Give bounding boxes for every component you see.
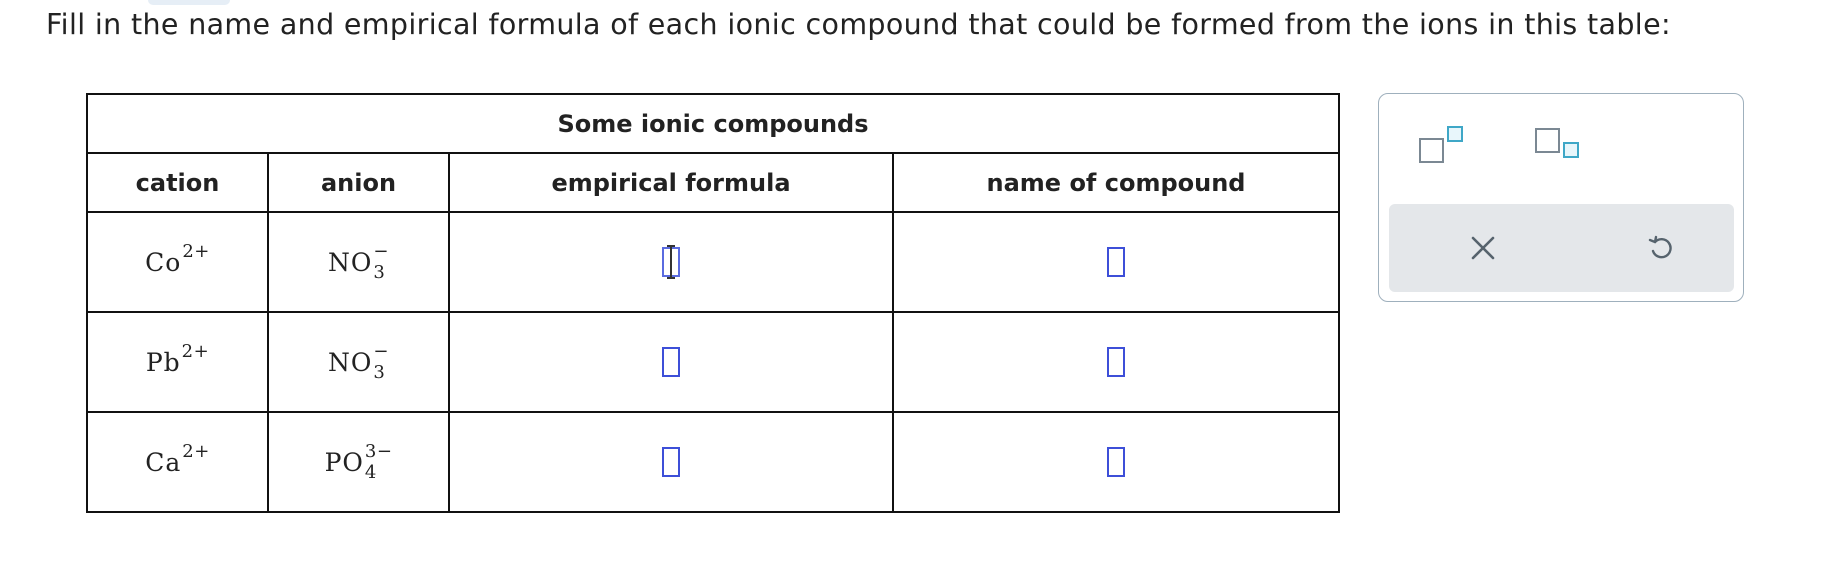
header-empirical-formula: empirical formula bbox=[448, 152, 894, 213]
anion-cell: NO −3 bbox=[267, 311, 450, 413]
cation-formula: Co 2+ bbox=[145, 241, 210, 277]
anion-subscript: 4 bbox=[364, 462, 377, 483]
name-cell bbox=[892, 211, 1340, 313]
undo-icon[interactable] bbox=[1641, 228, 1681, 268]
anion-cell: PO 3− 4 bbox=[267, 411, 450, 513]
table-caption: Some ionic compounds bbox=[86, 93, 1340, 154]
table-row: Co 2+ NO −3 bbox=[86, 211, 1340, 313]
superscript-icon[interactable] bbox=[1419, 124, 1471, 166]
table-row: Ca 2+ PO 3− 4 bbox=[86, 411, 1340, 513]
table-row: Pb 2+ NO −3 bbox=[86, 311, 1340, 413]
anion-formula: PO 3− 4 bbox=[324, 441, 393, 483]
subscript-icon[interactable] bbox=[1535, 124, 1587, 166]
compound-name-input[interactable] bbox=[1107, 347, 1125, 377]
anion-formula: NO −3 bbox=[328, 241, 389, 283]
question-instruction: Fill in the name and empirical formula o… bbox=[46, 8, 1671, 41]
compound-name-input[interactable] bbox=[1107, 447, 1125, 477]
formula-cell bbox=[448, 211, 894, 313]
formula-tool-palette bbox=[1378, 93, 1744, 302]
anion-charge: 3− bbox=[364, 441, 393, 462]
anion-subscript: 3 bbox=[373, 362, 386, 383]
cation-charge: 2+ bbox=[182, 441, 210, 462]
top-tab-indicator bbox=[148, 0, 230, 5]
header-name-of-compound: name of compound bbox=[892, 152, 1340, 213]
cation-formula: Ca 2+ bbox=[145, 441, 210, 477]
formula-cell bbox=[448, 311, 894, 413]
ionic-compounds-table: Some ionic compounds cation anion empiri… bbox=[86, 93, 1340, 513]
name-cell bbox=[892, 311, 1340, 413]
empirical-formula-input[interactable] bbox=[662, 447, 680, 477]
cation-charge: 2+ bbox=[181, 341, 210, 362]
text-cursor-icon bbox=[667, 245, 675, 279]
anion-charge: − bbox=[373, 341, 389, 362]
header-cation: cation bbox=[86, 152, 269, 213]
empirical-formula-input[interactable] bbox=[662, 245, 680, 279]
close-icon[interactable] bbox=[1463, 228, 1503, 268]
cation-charge: 2+ bbox=[182, 241, 210, 262]
name-cell bbox=[892, 411, 1340, 513]
cation-formula: Pb 2+ bbox=[145, 341, 210, 377]
formula-cell bbox=[448, 411, 894, 513]
header-anion: anion bbox=[267, 152, 450, 213]
anion-charge: − bbox=[373, 241, 389, 262]
empirical-formula-input[interactable] bbox=[662, 347, 680, 377]
cation-cell: Pb 2+ bbox=[86, 311, 269, 413]
cation-cell: Ca 2+ bbox=[86, 411, 269, 513]
cation-cell: Co 2+ bbox=[86, 211, 269, 313]
compound-name-input[interactable] bbox=[1107, 247, 1125, 277]
anion-cell: NO −3 bbox=[267, 211, 450, 313]
anion-formula: NO −3 bbox=[328, 341, 389, 383]
anion-subscript: 3 bbox=[373, 262, 386, 283]
palette-action-bar bbox=[1389, 204, 1734, 292]
